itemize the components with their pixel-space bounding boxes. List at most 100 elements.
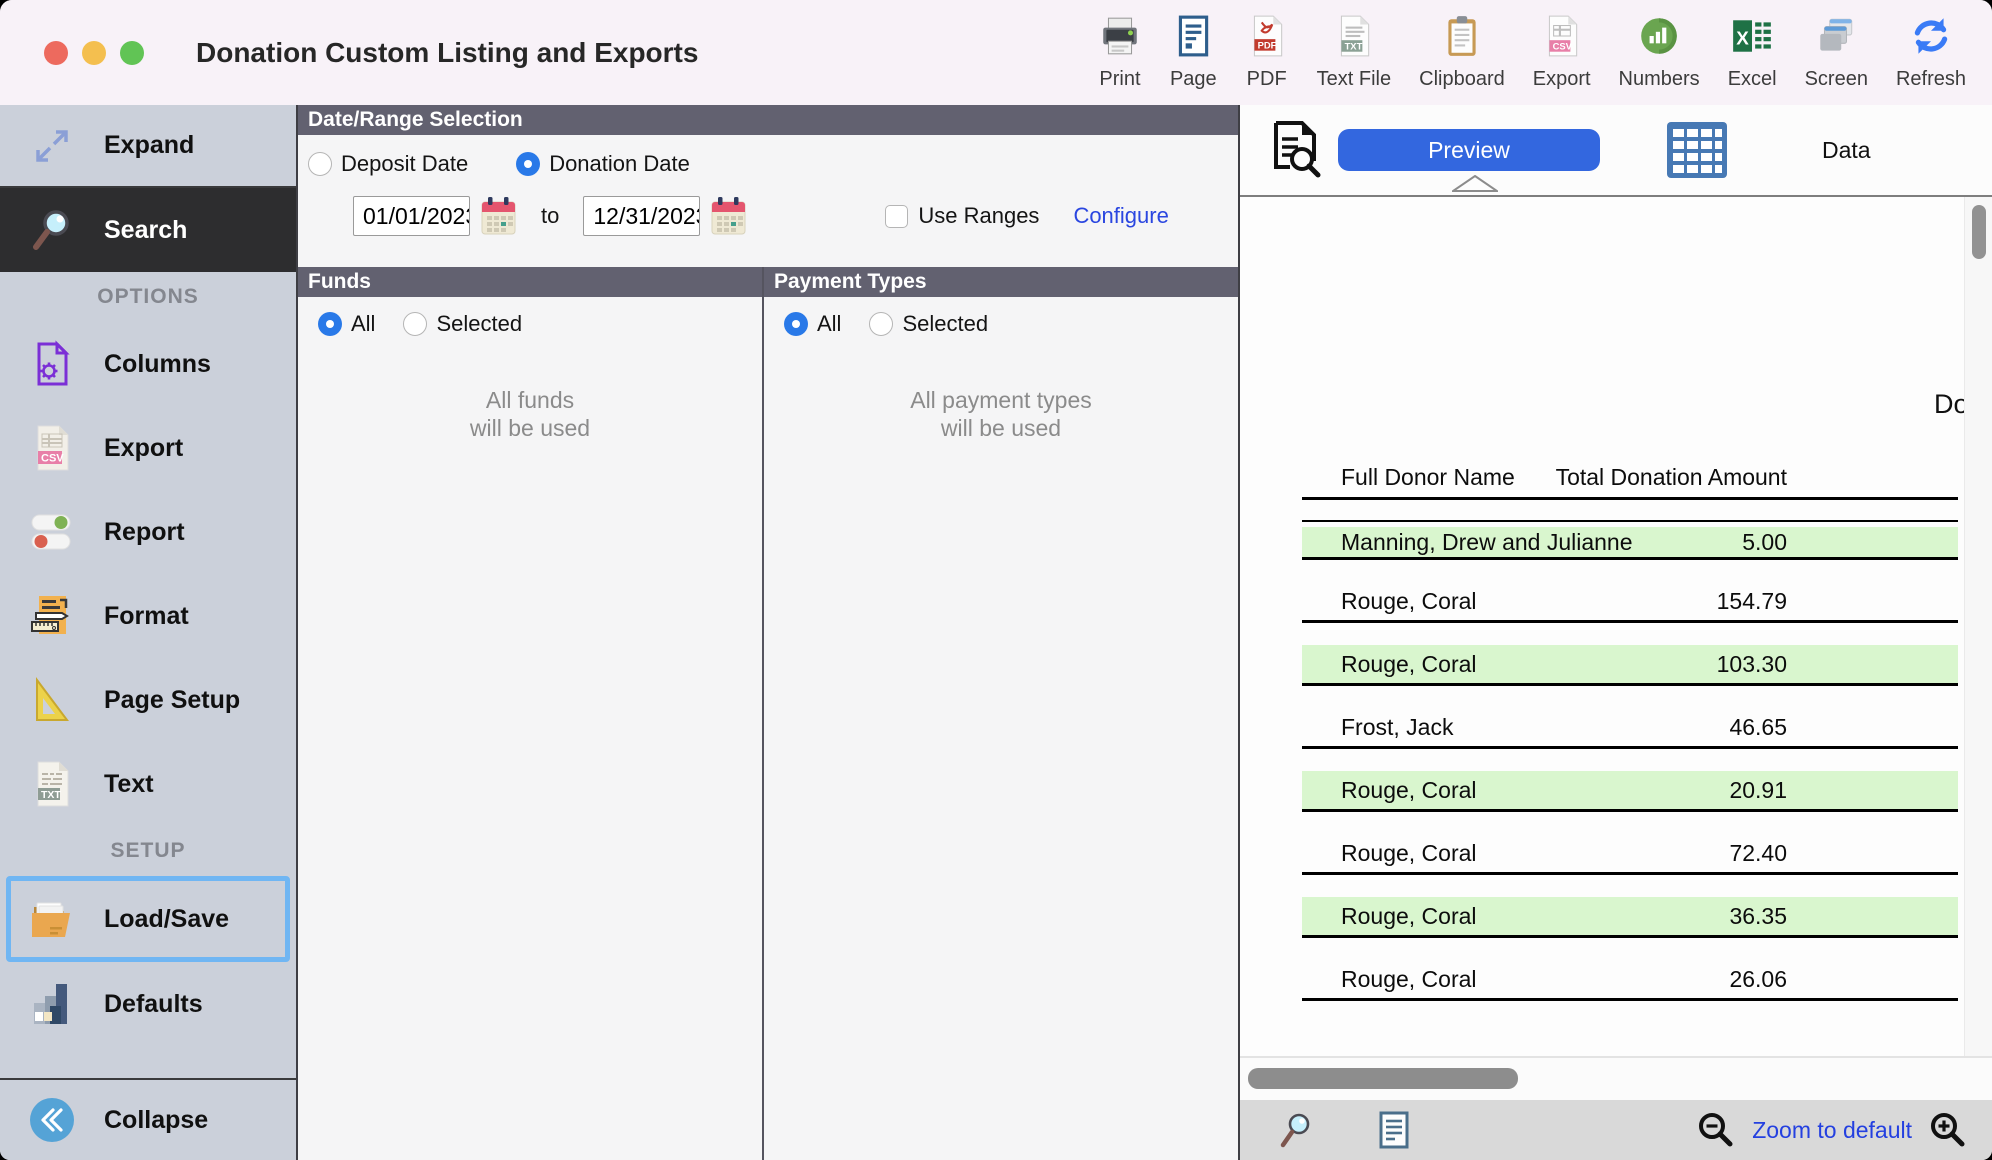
page-button[interactable]: Page — [1170, 14, 1217, 91]
csv-export-icon: CSV — [1540, 14, 1584, 63]
preview-bottom-bar: Zoom to default — [1240, 1100, 1992, 1160]
deposit-date-radio[interactable] — [308, 152, 332, 176]
numbers-app-icon — [1637, 14, 1681, 63]
printer-icon — [1098, 14, 1142, 63]
pdf-file-icon: PDF — [1245, 14, 1289, 63]
text-file-button[interactable]: TXT Text File — [1317, 14, 1391, 91]
sidebar-item-export[interactable]: CSV Export — [0, 406, 296, 490]
end-date-input[interactable] — [583, 196, 700, 236]
sidebar-item-text[interactable]: TXT Text — [0, 742, 296, 826]
preview-table-header: Full Donor Name Total Donation Amount — [1302, 459, 1958, 495]
svg-text:X: X — [1736, 27, 1749, 48]
table-row: Rouge, Coral 154.79 — [1302, 560, 1958, 623]
funds-note: All funds will be used — [298, 387, 762, 442]
configure-link[interactable]: Configure — [1073, 203, 1168, 229]
numbers-button[interactable]: Numbers — [1619, 14, 1700, 91]
excel-icon: X — [1730, 14, 1774, 63]
start-date-input[interactable] — [353, 196, 470, 236]
refresh-button[interactable]: Refresh — [1896, 14, 1966, 91]
vertical-scrollbar[interactable] — [1964, 197, 1992, 1056]
sidebar-section-options: OPTIONS — [0, 272, 296, 322]
minimize-window-button[interactable] — [82, 41, 106, 65]
donation-amount-cell: 154.79 — [1477, 588, 1958, 615]
horizontal-scrollbar-thumb[interactable] — [1248, 1068, 1518, 1089]
preview-document-icon — [1264, 117, 1330, 183]
tab-data[interactable]: Data — [1822, 137, 1871, 164]
donor-name-cell: Rouge, Coral — [1302, 651, 1477, 678]
sidebar-item-expand[interactable]: Expand — [0, 105, 296, 188]
report-preview-area: Do Full Donor Name Total Donation Amount… — [1240, 197, 1992, 1056]
funds-selected-label: Selected — [436, 311, 522, 337]
svg-text:TXT: TXT — [41, 789, 61, 801]
table-row: Rouge, Coral 26.06 — [1302, 938, 1958, 1001]
sidebar-item-columns[interactable]: Columns — [0, 322, 296, 406]
donor-name-cell: Frost, Jack — [1302, 714, 1453, 741]
magnifier-icon[interactable] — [1274, 1109, 1316, 1151]
print-button[interactable]: Print — [1098, 14, 1142, 91]
window-title: Donation Custom Listing and Exports — [196, 37, 698, 69]
sidebar-item-load-save[interactable]: Load/Save — [6, 876, 290, 962]
donation-amount-cell: 20.91 — [1477, 777, 1958, 804]
txt-file-icon: TXT — [22, 760, 82, 808]
sidebar-spacer — [0, 1046, 296, 1078]
tab-preview[interactable]: Preview — [1338, 129, 1600, 171]
payment-types-all-label: All — [817, 311, 841, 337]
csv-file-icon: CSV — [22, 424, 82, 472]
sidebar-item-report[interactable]: Report — [0, 490, 296, 574]
date-range-content: Deposit Date Donation Date to Use Ranges… — [298, 135, 1238, 267]
sidebar-item-search[interactable]: Search — [0, 188, 296, 272]
sidebar-item-defaults[interactable]: Defaults — [0, 962, 296, 1046]
sidebar-item-collapse[interactable]: Collapse — [0, 1078, 296, 1160]
donor-name-cell: Rouge, Coral — [1302, 588, 1477, 615]
calendar-icon[interactable] — [480, 195, 517, 237]
sidebar-item-page-setup[interactable]: Page Setup — [0, 658, 296, 742]
pdf-button[interactable]: PDF PDF — [1245, 14, 1289, 91]
folder-icon — [22, 895, 82, 943]
column-header-amount: Total Donation Amount — [1515, 464, 1958, 491]
sidebar: Expand Search OPTIONS Columns CSV Export… — [0, 105, 298, 1160]
zoom-in-icon[interactable] — [1928, 1110, 1968, 1150]
calendar-icon[interactable] — [710, 195, 747, 237]
donor-name-cell: Rouge, Coral — [1302, 903, 1477, 930]
toolbar: Print Page PDF PDF TXT Text File Clipboa… — [1098, 14, 1992, 91]
vertical-scrollbar-thumb[interactable] — [1972, 205, 1986, 259]
table-row: Rouge, Coral 20.91 — [1302, 749, 1958, 812]
refresh-icon — [1909, 14, 1953, 63]
set-square-icon — [22, 676, 82, 724]
excel-button[interactable]: X Excel — [1728, 14, 1777, 91]
payment-types-selected-radio[interactable] — [869, 312, 893, 336]
screen-button[interactable]: Screen — [1805, 14, 1868, 91]
export-button[interactable]: CSV Export — [1533, 14, 1591, 91]
document-lines-icon[interactable] — [1374, 1109, 1414, 1151]
table-row: Rouge, Coral 72.40 — [1302, 812, 1958, 875]
page-icon — [1171, 14, 1215, 63]
format-document-icon — [22, 592, 82, 640]
donation-date-label: Donation Date — [549, 151, 690, 177]
funds-selected-radio[interactable] — [403, 312, 427, 336]
donation-date-radio[interactable] — [516, 152, 540, 176]
preview-table: Full Donor Name Total Donation Amount Ma… — [1302, 459, 1958, 1001]
date-range-header: Date/Range Selection — [298, 105, 1238, 135]
donation-amount-cell: 26.06 — [1477, 966, 1958, 993]
zoom-to-default-link[interactable]: Zoom to default — [1752, 1117, 1912, 1144]
donation-amount-cell: 103.30 — [1477, 651, 1958, 678]
svg-text:PDF: PDF — [1257, 40, 1276, 51]
clipboard-icon — [1440, 14, 1484, 63]
zoom-out-icon[interactable] — [1696, 1110, 1736, 1150]
payment-types-note: All payment types will be used — [764, 387, 1238, 442]
svg-text:CSV: CSV — [1552, 41, 1572, 52]
zoom-window-button[interactable] — [120, 41, 144, 65]
donation-amount-cell: 46.65 — [1453, 714, 1958, 741]
payment-types-all-radio[interactable] — [784, 312, 808, 336]
horizontal-scrollbar[interactable] — [1240, 1056, 1992, 1100]
donor-name-cell: Rouge, Coral — [1302, 966, 1477, 993]
sidebar-section-setup: SETUP — [0, 826, 296, 876]
funds-all-radio[interactable] — [318, 312, 342, 336]
sidebar-item-format[interactable]: Format — [0, 574, 296, 658]
funds-header: Funds — [298, 267, 762, 297]
close-window-button[interactable] — [44, 41, 68, 65]
clipboard-button[interactable]: Clipboard — [1419, 14, 1505, 91]
use-ranges-checkbox[interactable] — [885, 205, 908, 228]
factory-icon — [22, 980, 82, 1028]
toggle-switches-icon — [22, 508, 82, 556]
